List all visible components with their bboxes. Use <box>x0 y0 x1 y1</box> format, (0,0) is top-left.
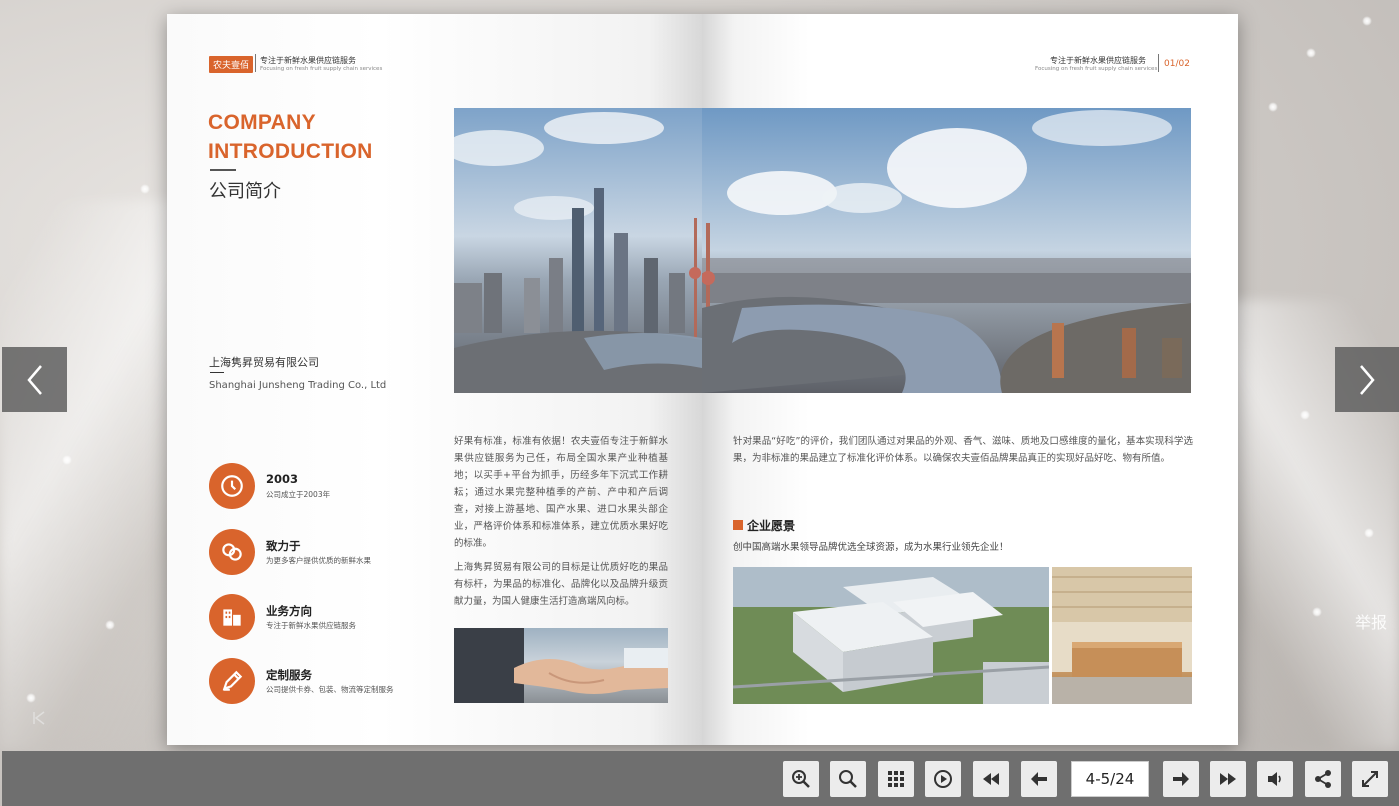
chevron-right-icon <box>1360 364 1375 395</box>
feature-desc: 专注于新鲜水果供应链服务 <box>266 621 356 630</box>
first-page-icon[interactable] <box>31 710 47 730</box>
fast-forward-icon <box>1220 773 1236 785</box>
background-sparkle <box>1312 607 1322 617</box>
next-page-arrow[interactable] <box>1335 347 1399 412</box>
background-sparkle <box>1300 410 1310 420</box>
last-page-button[interactable] <box>1210 761 1246 797</box>
background-sparkle <box>140 184 150 194</box>
brand-tag: 农夫壹佰 <box>209 56 254 73</box>
title-en: COMPANY INTRODUCTION <box>208 108 373 166</box>
divider <box>1158 54 1159 72</box>
background-sparkle <box>105 620 115 630</box>
thumbnails-button[interactable] <box>878 761 914 797</box>
background-sparkle <box>1306 48 1316 58</box>
fullscreen-button[interactable] <box>1352 761 1388 797</box>
rewind-icon <box>983 773 999 785</box>
handshake-image <box>454 628 668 703</box>
background-sparkle <box>1362 16 1372 26</box>
divider <box>255 54 256 72</box>
title-en-line1: COMPANY <box>208 111 316 134</box>
next-page-button[interactable] <box>1163 761 1199 797</box>
feature-title: 业务方向 <box>266 604 312 618</box>
goal-paragraph: 上海隽昇贸易有限公司的目标是让优质好吃的果品有标杆，为果品的标准化、品牌化以及品… <box>454 562 668 607</box>
background-sparkle <box>26 693 36 703</box>
zoom-in-button[interactable] <box>783 761 819 797</box>
warehouse-image <box>1052 567 1192 704</box>
arrow-left-icon <box>1031 772 1047 786</box>
feature-item: 致力于 为更多客户提供优质的新鲜水果 <box>209 529 439 579</box>
report-link[interactable]: 举报 <box>1355 609 1387 633</box>
company-name-en: Shanghai Junsheng Trading Co., Ltd <box>209 380 387 391</box>
edit-icon <box>209 658 255 704</box>
background-sparkle <box>1268 102 1278 112</box>
arrow-right-icon <box>1173 772 1189 786</box>
section-page-number: 01/02 <box>1164 59 1190 69</box>
brand-slogan-en: Focusing on fresh fruit supply chain ser… <box>260 66 383 72</box>
first-page-button[interactable] <box>973 761 1009 797</box>
vision-title: 企业愿景 <box>747 519 796 533</box>
page-left[interactable]: 农夫壹佰 专注于新鲜水果供应链服务 Focusing on fresh frui… <box>167 14 702 745</box>
search-icon <box>839 770 857 788</box>
divider <box>210 372 224 373</box>
flipbook-spread[interactable]: 农夫壹佰 专注于新鲜水果供应链服务 Focusing on fresh frui… <box>167 14 1238 745</box>
page-indicator-input[interactable]: 4-5/24 <box>1071 761 1149 797</box>
background-sparkle <box>62 455 72 465</box>
search-button[interactable] <box>830 761 866 797</box>
factory-image <box>733 567 1049 704</box>
previous-page-arrow[interactable] <box>2 347 67 412</box>
feature-desc: 公司提供卡券、包装、物流等定制服务 <box>266 685 394 694</box>
divider <box>210 169 236 171</box>
share-icon <box>1315 770 1331 788</box>
share-button[interactable] <box>1305 761 1341 797</box>
feature-item: 2003 公司成立于2003年 <box>209 463 439 513</box>
fullscreen-icon <box>1362 771 1378 787</box>
building-icon <box>209 594 255 640</box>
thumbnails-icon <box>888 771 904 787</box>
section-marker <box>733 520 743 530</box>
feature-title: 致力于 <box>266 539 301 553</box>
page-right[interactable]: 专注于新鲜水果供应链服务 Focusing on fresh fruit sup… <box>702 14 1238 745</box>
title-en-line2: INTRODUCTION <box>208 140 373 163</box>
feature-desc: 为更多客户提供优质的新鲜水果 <box>266 556 371 565</box>
city-skyline-image <box>702 108 1191 393</box>
autoplay-button[interactable] <box>925 761 961 797</box>
zoom-in-icon <box>792 770 810 788</box>
viewer-toolbar: 4-5/24 <box>2 751 1399 806</box>
feature-item: 定制服务 公司提供卡券、包装、物流等定制服务 <box>209 658 439 708</box>
feature-desc: 公司成立于2003年 <box>266 490 331 499</box>
previous-page-button[interactable] <box>1021 761 1057 797</box>
header-slogan-en: Focusing on fresh fruit supply chain ser… <box>1035 66 1158 72</box>
background-sparkle <box>1364 528 1374 538</box>
autoplay-icon <box>934 770 952 788</box>
feature-title: 定制服务 <box>266 668 312 682</box>
feature-title: 2003 <box>266 472 299 486</box>
city-skyline-image <box>454 108 702 393</box>
clock-icon <box>209 463 255 509</box>
header-slogan-cn: 专注于新鲜水果供应链服务 <box>1050 56 1146 65</box>
chevron-left-icon <box>26 364 42 395</box>
evaluation-paragraph: 针对果品“好吃”的评价，我们团队通过对果品的外观、香气、滋味、质地及口感维度的量… <box>733 436 1193 464</box>
sound-button[interactable] <box>1257 761 1293 797</box>
brand-slogan-cn: 专注于新鲜水果供应链服务 <box>260 56 356 65</box>
intro-paragraph: 好果有标准，标准有依据！农夫壹佰专注于新鲜水果供应链服务为己任，布局全国水果产业… <box>454 436 668 549</box>
link-icon <box>209 529 255 575</box>
company-name-cn: 上海隽昇贸易有限公司 <box>209 356 319 369</box>
feature-item: 业务方向 专注于新鲜水果供应链服务 <box>209 594 439 644</box>
vision-text: 创中国高端水果领导品牌优选全球资源，成为水果行业领先企业！ <box>733 542 1009 553</box>
sound-icon <box>1268 772 1281 786</box>
title-cn: 公司简介 <box>209 181 281 202</box>
